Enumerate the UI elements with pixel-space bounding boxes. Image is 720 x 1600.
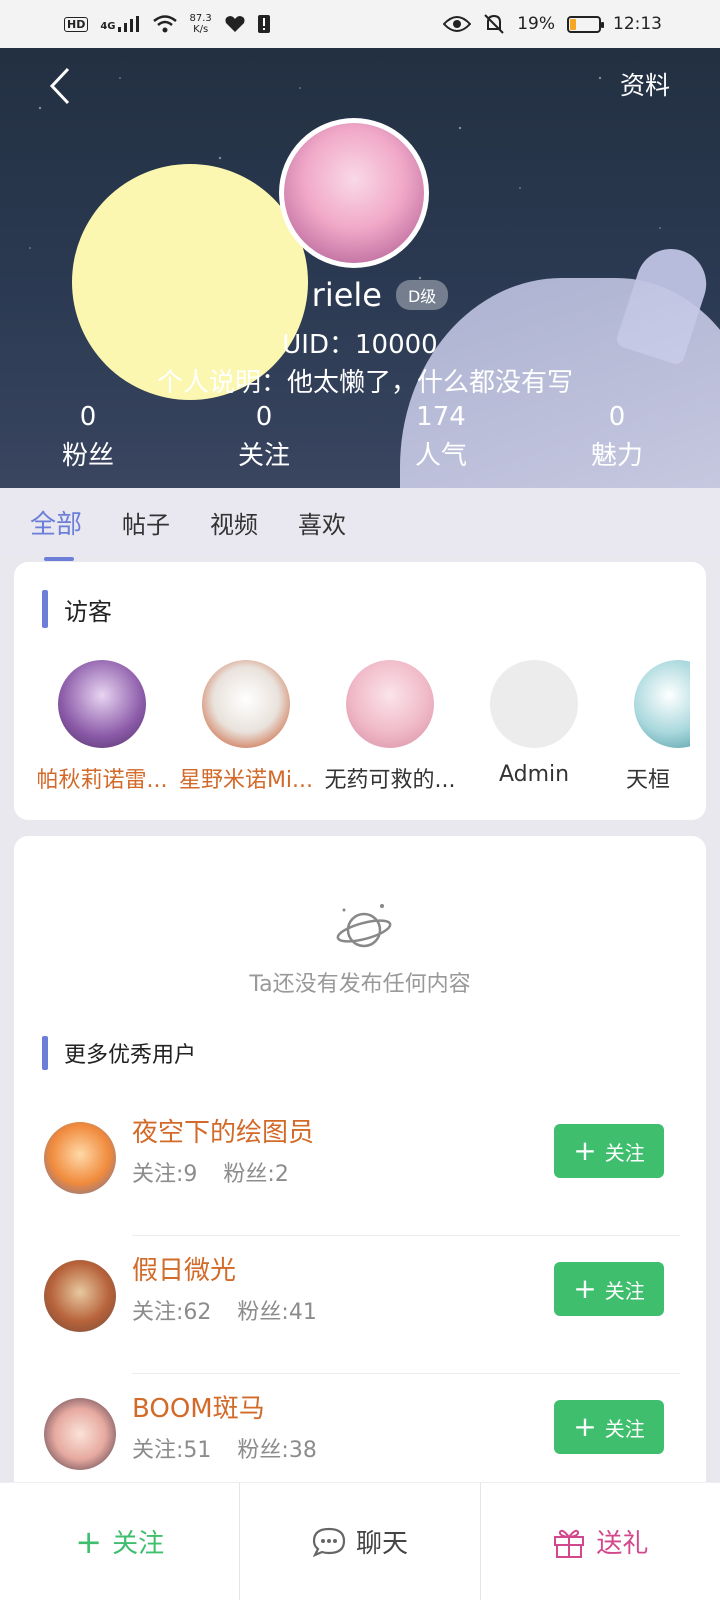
plus-icon: + [573, 1410, 597, 1443]
network-speed: 87.3 K/s [189, 13, 212, 35]
visitor-avatar [490, 660, 578, 748]
stat-charm[interactable]: 0 魅力 [557, 398, 677, 476]
follow-button[interactable]: + 关注 [554, 1124, 664, 1178]
battery-icon [567, 15, 604, 33]
profile-header: 资料 riele D级 UID：10000 个人说明：他太懒了，什么都没有写 0… [0, 48, 720, 488]
clock: 12:13 [613, 14, 662, 34]
visitor-avatar [346, 660, 434, 748]
health-heart-icon [225, 16, 245, 32]
visitors-title: 访客 [42, 590, 112, 628]
name-row: riele D级 [0, 276, 720, 314]
mute-bell-icon [484, 14, 504, 34]
user-avatar[interactable] [44, 1260, 116, 1332]
tab-posts[interactable]: 帖子 [122, 505, 170, 540]
visitor-avatar [634, 660, 690, 748]
recommended-user-stats: 关注:62 粉丝:41 [132, 1300, 317, 1325]
stat-fans[interactable]: 0 粉丝 [28, 398, 148, 476]
follow-action-button[interactable]: + 关注 [0, 1483, 241, 1600]
gift-icon [554, 1529, 585, 1558]
recommended-user-name[interactable]: 夜空下的绘图员 [132, 1112, 314, 1149]
battery-percent: 19% [517, 14, 555, 34]
visitors-card: 访客 帕秋莉诺雷... 星野米诺Mi... 无药可救的... Admin 天桓 [14, 562, 706, 820]
bottom-action-bar: + 关注 聊天 送礼 [0, 1482, 720, 1600]
visitor-item[interactable]: 天桓 [606, 660, 690, 794]
plus-icon: + [75, 1522, 103, 1561]
profile-info-button[interactable]: 资料 [620, 66, 670, 102]
level-badge: D级 [395, 280, 449, 310]
plus-icon: + [573, 1134, 597, 1167]
user-avatar[interactable] [44, 1122, 116, 1194]
more-users-title: 更多优秀用户 [42, 1036, 196, 1070]
user-avatar[interactable] [44, 1398, 116, 1470]
wifi-icon [152, 15, 177, 33]
stat-following[interactable]: 0 关注 [204, 398, 324, 476]
visitor-item[interactable]: Admin [462, 660, 606, 787]
tab-videos[interactable]: 视频 [210, 505, 258, 540]
username: riele [311, 276, 382, 314]
tab-all[interactable]: 全部 [30, 504, 82, 561]
recommended-user-name[interactable]: BOOM斑马 [132, 1388, 265, 1425]
recommended-user-stats: 关注:51 粉丝:38 [132, 1438, 317, 1463]
stat-popularity[interactable]: 174 人气 [381, 398, 501, 476]
content-tabs: 全部 帖子 视频 喜欢 [0, 488, 720, 561]
gift-button[interactable]: 送礼 [481, 1483, 720, 1600]
chat-button[interactable]: 聊天 [240, 1483, 481, 1600]
planet-empty-icon [336, 904, 392, 948]
signal-icon [117, 16, 139, 32]
tab-likes[interactable]: 喜欢 [298, 505, 346, 540]
visitor-list: 帕秋莉诺雷... 星野米诺Mi... 无药可救的... Admin 天桓 [30, 660, 690, 800]
empty-content-text: Ta还没有发布任何内容 [249, 972, 471, 997]
network-badge: HD [64, 16, 89, 32]
visitor-item[interactable]: 无药可救的... [318, 660, 462, 794]
follow-button[interactable]: + 关注 [554, 1400, 664, 1454]
recommended-user-name[interactable]: 假日微光 [132, 1250, 236, 1287]
back-arrow-icon [49, 67, 70, 105]
user-uid: UID：10000 [282, 330, 438, 360]
visitor-avatar [58, 660, 146, 748]
signal-indicator: 4G [100, 16, 139, 32]
alert-icon [257, 15, 270, 33]
status-bar: HD 4G 87.3 K/s 19% 12:13 [0, 0, 720, 48]
visitor-item[interactable]: 帕秋莉诺雷... [30, 660, 174, 794]
eye-icon [443, 16, 472, 32]
visitor-item[interactable]: 星野米诺Mi... [174, 660, 318, 794]
user-avatar[interactable] [279, 118, 429, 268]
recommended-user-row[interactable]: 假日微光 关注:62 粉丝:41 + 关注 [44, 1236, 680, 1374]
visitor-avatar [202, 660, 290, 748]
profile-stats: 0 粉丝 0 关注 174 人气 0 魅力 [0, 398, 720, 478]
recommended-user-stats: 关注:9 粉丝:2 [132, 1162, 289, 1187]
back-button[interactable] [40, 64, 80, 108]
content-card: Ta还没有发布任何内容 更多优秀用户 夜空下的绘图员 关注:9 粉丝:2 + 关注 … [14, 836, 706, 1536]
recommended-user-row[interactable]: 夜空下的绘图员 关注:9 粉丝:2 + 关注 [44, 1098, 680, 1236]
chat-bubble-icon [312, 1527, 346, 1557]
plus-icon: + [573, 1272, 597, 1305]
user-bio: 个人说明：他太懒了，什么都没有写 [156, 368, 573, 398]
follow-button[interactable]: + 关注 [554, 1262, 664, 1316]
